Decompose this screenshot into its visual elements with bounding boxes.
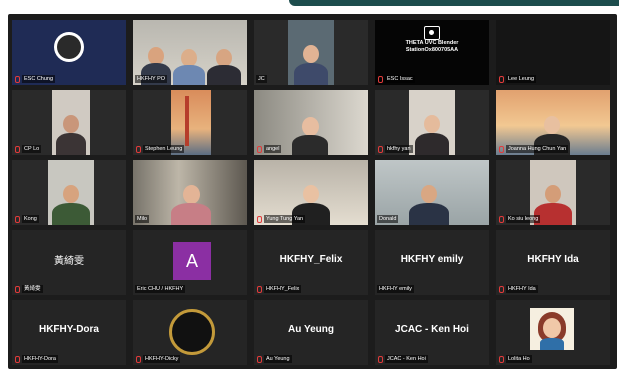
participant-tile[interactable]: Au Yeung Au Yeung xyxy=(254,300,368,365)
video-conference-window: ESC Chung HKFHY PO JC THETA UVC Blender S… xyxy=(8,14,617,369)
participant-tile[interactable]: JCAC - Ken Hoi JCAC - Ken Hoi xyxy=(375,300,489,365)
participant-name: 黃綺雯 xyxy=(22,285,43,293)
mic-muted-icon xyxy=(135,146,141,153)
mic-muted-icon xyxy=(377,76,383,83)
decorative-banner xyxy=(289,0,619,6)
mic-muted-icon xyxy=(256,286,262,293)
person-figure xyxy=(294,39,328,85)
participant-tile[interactable]: Lolita Ho xyxy=(496,300,610,365)
mic-muted-icon xyxy=(377,146,383,153)
person-figure xyxy=(415,111,449,155)
mic-muted-icon xyxy=(377,356,383,363)
person-figure xyxy=(409,181,449,225)
participant-display-name: HKFHY_Felix xyxy=(279,254,343,265)
participant-tile[interactable]: Yung Tung Yan xyxy=(254,160,368,225)
avatar xyxy=(169,309,215,355)
mic-muted-icon xyxy=(498,146,504,153)
participant-name: Milo xyxy=(135,215,150,223)
participant-name: Yung Tung Yan xyxy=(264,215,306,223)
participant-name: HKFHY-Dora xyxy=(22,355,58,363)
bridge-tower xyxy=(185,96,189,146)
participant-tile[interactable]: CP Lo xyxy=(12,90,126,155)
participant-name: ESC Chung xyxy=(22,75,56,83)
mic-muted-icon xyxy=(14,146,20,153)
participant-tile[interactable]: HKFHY emily HKFHY emily xyxy=(375,230,489,295)
mic-muted-icon xyxy=(14,286,20,293)
mic-muted-icon xyxy=(14,216,20,223)
participant-tile[interactable]: Donald xyxy=(375,160,489,225)
mic-muted-icon xyxy=(256,146,262,153)
participant-tile[interactable]: Stephen Leung xyxy=(133,90,247,155)
participant-tile[interactable]: hkfhy yan xyxy=(375,90,489,155)
participant-tile[interactable]: HKFHY Ida HKFHY Ida xyxy=(496,230,610,295)
participant-tile[interactable]: HKFHY PO xyxy=(133,20,247,85)
mic-muted-icon xyxy=(256,216,262,223)
participant-name: hkfhy yan xyxy=(385,145,413,153)
participant-tile[interactable]: angel xyxy=(254,90,368,155)
participant-tile[interactable]: ESC Chung xyxy=(12,20,126,85)
participant-name: Joanna Hung Chun Yan xyxy=(506,145,569,153)
avatar xyxy=(530,308,574,350)
camera-icon xyxy=(424,26,440,40)
participant-display-name: HKFHY emily xyxy=(400,254,464,265)
participant-tile[interactable]: 黃綺雯 黃綺雯 xyxy=(12,230,126,295)
participant-tile[interactable]: JC xyxy=(254,20,368,85)
participant-name: Au Yeung xyxy=(264,355,292,363)
participant-tile[interactable]: Lee Leung xyxy=(496,20,610,85)
mic-muted-icon xyxy=(14,356,20,363)
person-figure xyxy=(292,115,328,155)
participant-display-name: JCAC - Ken Hoi xyxy=(395,324,469,335)
obs-logo-icon xyxy=(54,32,84,62)
participant-name: HKFHY emily xyxy=(377,285,414,293)
participant-tile[interactable]: HKFHY_Felix HKFHY_Felix xyxy=(254,230,368,295)
mic-muted-icon xyxy=(135,356,141,363)
theta-camera-label: THETA UVC Blender StationOx800705AA xyxy=(405,40,459,53)
participant-name: Lee Leung xyxy=(506,75,536,83)
participant-name: Donald xyxy=(377,215,399,223)
participant-name: HKFHY-Dicky xyxy=(143,355,181,363)
page-top-strip xyxy=(0,0,619,8)
participant-tile[interactable]: Milo xyxy=(133,160,247,225)
participant-tile[interactable]: A Eric CHU / HKFHY xyxy=(133,230,247,295)
participant-tile[interactable]: HKFHY-Dicky xyxy=(133,300,247,365)
participant-display-name: 黃綺雯 xyxy=(54,256,84,267)
participant-tile[interactable]: THETA UVC Blender StationOx800705AA ESC I… xyxy=(375,20,489,85)
participant-tile[interactable]: Ko siu leong xyxy=(496,160,610,225)
participant-name: Lolita Ho xyxy=(506,355,532,363)
participant-name: HKFHY_Felix xyxy=(264,285,302,293)
mic-muted-icon xyxy=(498,286,504,293)
participant-name: ESC Issac xyxy=(385,75,415,83)
participant-display-name: HKFHY-Dora xyxy=(38,324,99,335)
participant-name: Stephen Leung xyxy=(143,145,185,153)
person-figure xyxy=(56,109,86,155)
participant-name: Kong xyxy=(22,215,39,223)
participant-tile[interactable]: Kong xyxy=(12,160,126,225)
participant-name: angel xyxy=(264,145,282,153)
participant-display-name: Au Yeung xyxy=(288,324,334,335)
gallery-view: ESC Chung HKFHY PO JC THETA UVC Blender S… xyxy=(12,20,612,365)
avatar: A xyxy=(173,242,211,280)
mic-muted-icon xyxy=(498,356,504,363)
participant-name: Eric CHU / HKFHY xyxy=(135,285,186,293)
participant-name: JC xyxy=(256,75,267,83)
participant-name: JCAC - Ken Hoi xyxy=(385,355,428,363)
participant-display-name: HKFHY Ida xyxy=(527,254,579,265)
mic-muted-icon xyxy=(14,76,20,83)
participant-name: HKFHY Ida xyxy=(506,285,538,293)
participant-tile[interactable]: HKFHY-Dora HKFHY-Dora xyxy=(12,300,126,365)
mic-muted-icon xyxy=(256,356,262,363)
person-figure xyxy=(171,181,211,225)
person-figure xyxy=(52,181,90,225)
participant-name: HKFHY PO xyxy=(135,75,168,83)
mic-muted-icon xyxy=(498,76,504,83)
participant-name: Ko siu leong xyxy=(506,215,541,223)
participant-tile[interactable]: Joanna Hung Chun Yan xyxy=(496,90,610,155)
person-figure xyxy=(207,45,241,85)
participant-name: CP Lo xyxy=(22,145,42,153)
person-figure xyxy=(173,45,205,85)
mic-muted-icon xyxy=(498,216,504,223)
